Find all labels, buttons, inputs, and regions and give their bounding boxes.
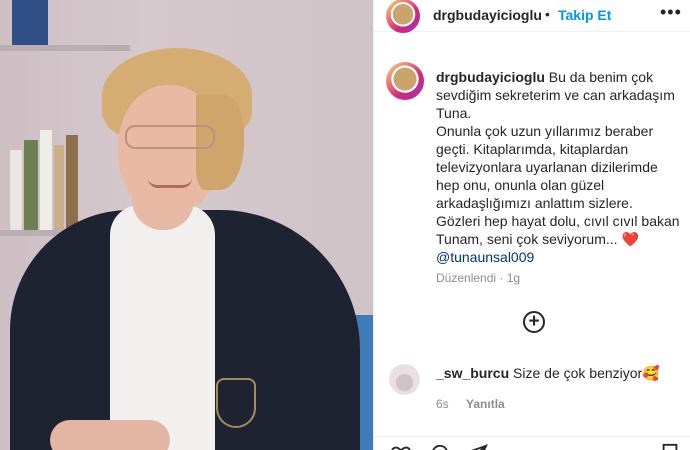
bookshelf [0, 45, 130, 51]
author-avatar[interactable] [386, 0, 420, 33]
comment-icon[interactable] [428, 443, 450, 450]
caption-line: hep onu, onunla olan güzel [436, 177, 605, 193]
caption-line: geçti. Kitaplarımda, kitaplardan [436, 141, 629, 157]
heart-emoji: ❤️ [621, 231, 639, 247]
follow-button[interactable]: Takip Et [558, 7, 611, 23]
separator-dot: • [545, 6, 550, 22]
bookmark-icon[interactable] [659, 443, 681, 450]
caption-meta: Düzenlendi · 1g [436, 271, 520, 285]
caption-author-avatar[interactable] [386, 62, 424, 100]
post-photo[interactable] [0, 0, 373, 450]
plus-circle-icon[interactable]: + [523, 311, 545, 333]
caption-line: Tunam, seni çok seviyorum... [436, 231, 618, 247]
caption-line: Tuna. [436, 105, 472, 121]
caption-line: Bu da benim çok [548, 69, 654, 85]
jacket-emblem [216, 378, 256, 428]
caption-line-last: Tunam, seni çok seviyorum... ❤️ [436, 230, 686, 248]
comment-meta: 6s Yanıtla [436, 397, 519, 411]
edited-label: Düzenlendi [436, 271, 497, 285]
smile [148, 178, 192, 188]
book [10, 150, 22, 230]
caption-line: Gözleri hep hayat dolu, cıvıl cıvıl baka… [436, 213, 680, 229]
hand [50, 420, 170, 450]
commenter-avatar[interactable] [389, 364, 420, 395]
caption-line: sevdiğim sekreterim ve can arkadaşım [436, 87, 675, 103]
post-header: drgbudayicioglu • Takip Et ••• [374, 0, 690, 33]
book [54, 145, 64, 230]
action-bar [374, 436, 690, 450]
book [24, 140, 38, 230]
author-username[interactable]: drgbudayicioglu [433, 7, 542, 23]
caption-username[interactable]: drgbudayicioglu [436, 69, 545, 85]
book [66, 135, 78, 230]
book [12, 0, 48, 45]
shirt [110, 205, 215, 450]
mention-link[interactable]: @tunaunsal009 [436, 248, 686, 266]
meta-dot: · [499, 271, 507, 285]
more-options-icon[interactable]: ••• [660, 2, 682, 23]
reply-button[interactable]: Yanıtla [466, 397, 505, 411]
comment: _sw_burcu Size de çok benziyor🥰 [436, 365, 660, 382]
comment-username[interactable]: _sw_burcu [436, 365, 509, 381]
post-time[interactable]: 1g [507, 271, 520, 285]
glasses [125, 125, 215, 149]
comment-time[interactable]: 6s [436, 397, 449, 411]
post-side-panel: drgbudayicioglu • Takip Et ••• drgbudayi… [373, 0, 690, 450]
send-icon[interactable] [466, 443, 488, 450]
book [40, 130, 52, 230]
caption-line: Onunla çok uzun yıllarımız beraber [436, 123, 654, 139]
post-caption: drgbudayicioglu Bu da benim çok sevdiğim… [436, 68, 686, 266]
caption-line: televizyonlara uyarlanan dizilerimde [436, 159, 658, 175]
caption-line: arkadaşlığımızı anlattım sizlere. [436, 195, 633, 211]
heart-outline-icon[interactable] [390, 443, 412, 450]
comment-text: Size de çok benziyor🥰 [513, 365, 660, 381]
